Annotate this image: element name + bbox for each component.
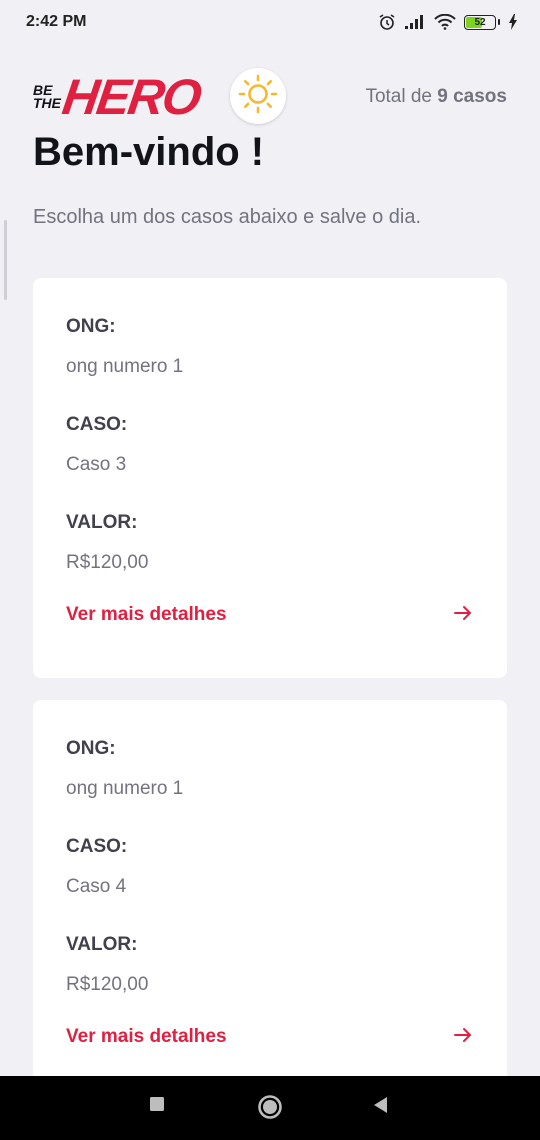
- incident-card: ONG: ong numero 1 CASO: Caso 4 VALOR: R$…: [33, 700, 507, 1100]
- home-button[interactable]: [257, 1094, 283, 1125]
- details-button[interactable]: Ver mais detalhes: [66, 1026, 474, 1048]
- valor-label: VALOR:: [66, 512, 138, 533]
- back-button[interactable]: [372, 1096, 388, 1119]
- battery-icon: 52: [464, 14, 496, 30]
- logo-the: THE: [33, 95, 61, 111]
- ong-value: ong numero 1: [66, 356, 184, 377]
- valor-value: R$120,00: [66, 974, 149, 995]
- caso-label: CASO:: [66, 414, 128, 435]
- details-label: Ver mais detalhes: [66, 1026, 227, 1047]
- header: BE THE HERO Total de 9 casos: [33, 66, 507, 128]
- wifi-icon: [434, 14, 456, 30]
- battery-level: 52: [474, 16, 486, 28]
- caso-label: CASO:: [66, 836, 128, 857]
- ong-value: ong numero 1: [66, 778, 184, 799]
- valor-value: R$120,00: [66, 552, 149, 573]
- ong-label: ONG:: [66, 316, 116, 337]
- page-title: Bem-vindo !: [33, 130, 265, 174]
- arrow-right-icon: [454, 605, 472, 626]
- logo-hero: HERO: [59, 69, 204, 125]
- scrollbar[interactable]: [4, 220, 7, 300]
- status-time: 2:42 PM: [26, 13, 87, 30]
- signal-icon: [404, 14, 426, 30]
- details-button[interactable]: Ver mais detalhes: [66, 604, 474, 626]
- total-count: 9 casos: [437, 86, 507, 107]
- incident-card: ONG: ong numero 1 CASO: Caso 3 VALOR: R$…: [33, 278, 507, 678]
- alarm-icon: [378, 13, 396, 31]
- theme-toggle-button[interactable]: [230, 68, 286, 124]
- caso-value: Caso 4: [66, 876, 127, 897]
- caso-value: Caso 3: [66, 454, 127, 475]
- battery-tip: [498, 19, 500, 25]
- recents-button[interactable]: [149, 1096, 165, 1117]
- valor-label: VALOR:: [66, 934, 138, 955]
- status-icons: 52: [378, 13, 518, 31]
- details-label: Ver mais detalhes: [66, 604, 227, 625]
- logo: BE THE HERO: [33, 69, 204, 125]
- total-prefix: Total de: [365, 86, 432, 107]
- page-subtitle: Escolha um dos casos abaixo e salve o di…: [33, 206, 421, 228]
- arrow-right-icon: [454, 1027, 472, 1048]
- sun-icon: [238, 74, 278, 119]
- total-cases-text: Total de 9 casos: [365, 86, 507, 108]
- charging-icon: [508, 14, 518, 30]
- navigation-bar: [0, 1076, 540, 1140]
- status-bar: 2:42 PM 52: [0, 0, 540, 44]
- ong-label: ONG:: [66, 738, 116, 759]
